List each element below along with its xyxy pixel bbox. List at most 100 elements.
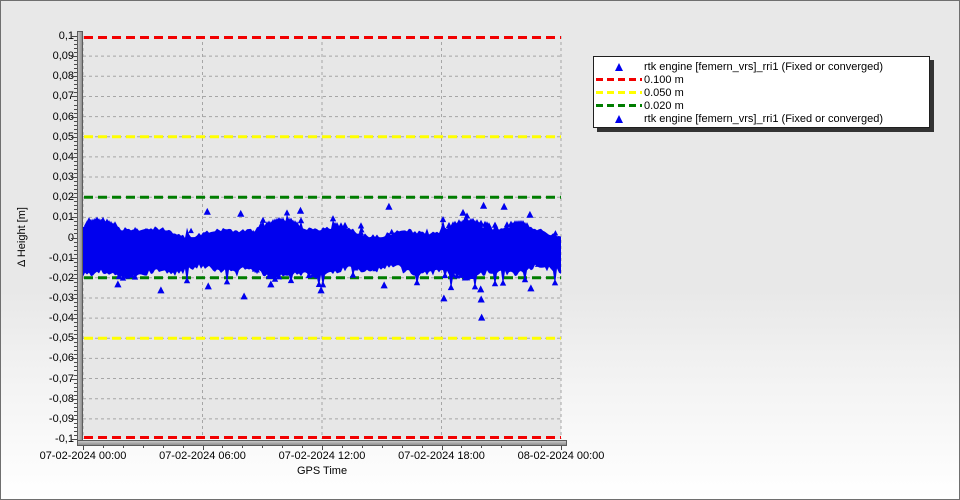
y-minor-tick — [74, 262, 77, 263]
y-minor-tick — [74, 310, 77, 311]
y-minor-tick — [74, 213, 77, 214]
y-major-tick — [71, 157, 77, 158]
y-minor-tick — [74, 60, 77, 61]
y-minor-tick — [74, 294, 77, 295]
y-major-tick — [71, 117, 77, 118]
x-minor-tick — [422, 446, 423, 448]
x-major-tick — [561, 446, 562, 450]
legend: rtk engine [femern_vrs]_rri1 (Fixed or c… — [593, 56, 930, 128]
y-minor-tick — [74, 173, 77, 174]
chart-window: Δ Height [m] 0,10,090,080,070,060,050,04… — [0, 0, 960, 500]
y-major-tick — [71, 137, 77, 138]
y-tick-label: 0,04 — [1, 151, 74, 163]
legend-item: 0.100 m — [594, 73, 929, 86]
dash-line-icon — [596, 104, 642, 107]
x-minor-tick — [362, 446, 363, 448]
x-minor-tick — [382, 446, 383, 448]
legend-item: 0.050 m — [594, 86, 929, 99]
y-tick-label: -0,06 — [1, 352, 74, 364]
y-minor-tick — [74, 435, 77, 436]
x-major-tick — [203, 446, 204, 450]
y-minor-tick — [74, 395, 77, 396]
legend-marker-cell — [594, 78, 644, 81]
x-minor-tick — [242, 446, 243, 448]
y-minor-tick — [74, 161, 77, 162]
y-minor-tick — [74, 113, 77, 114]
y-minor-tick — [74, 40, 77, 41]
x-major-tick — [442, 446, 443, 450]
scatter-plot — [83, 36, 561, 439]
y-minor-tick — [74, 326, 77, 327]
x-axis-title: GPS Time — [83, 465, 561, 477]
dash-line-icon — [596, 78, 642, 81]
y-minor-tick — [74, 52, 77, 53]
y-minor-tick — [74, 242, 77, 243]
x-major-tick — [83, 446, 84, 450]
y-major-tick — [71, 96, 77, 97]
y-minor-tick — [74, 407, 77, 408]
x-minor-tick — [521, 446, 522, 448]
y-minor-tick — [74, 366, 77, 367]
y-minor-tick — [74, 250, 77, 251]
y-minor-tick — [74, 391, 77, 392]
y-minor-tick — [74, 165, 77, 166]
y-minor-tick — [74, 383, 77, 384]
y-minor-tick — [74, 48, 77, 49]
y-minor-tick — [74, 121, 77, 122]
y-minor-tick — [74, 125, 77, 126]
y-minor-tick — [74, 64, 77, 65]
x-minor-tick — [262, 446, 263, 448]
x-tick-label: 07-02-2024 00:00 — [40, 450, 127, 462]
y-minor-tick — [74, 133, 77, 134]
y-major-tick — [71, 76, 77, 77]
y-major-tick — [71, 36, 77, 37]
y-minor-tick — [74, 141, 77, 142]
y-tick-label: 0,09 — [1, 50, 74, 62]
y-minor-tick — [74, 109, 77, 110]
legend-item: rtk engine [femern_vrs]_rri1 (Fixed or c… — [594, 112, 929, 125]
y-minor-tick — [74, 68, 77, 69]
y-minor-tick — [74, 286, 77, 287]
x-major-tick — [322, 446, 323, 450]
y-minor-tick — [74, 270, 77, 271]
y-minor-tick — [74, 375, 77, 376]
y-minor-tick — [74, 362, 77, 363]
y-minor-tick — [74, 274, 77, 275]
y-axis-line — [77, 31, 83, 445]
y-tick-label: -0,09 — [1, 413, 74, 425]
legend-item-label: 0.050 m — [644, 87, 684, 99]
y-minor-tick — [74, 225, 77, 226]
y-minor-tick — [74, 415, 77, 416]
y-tick-label: -0,01 — [1, 252, 74, 264]
x-minor-tick — [541, 446, 542, 448]
legend-item-label: rtk engine [femern_vrs]_rri1 (Fixed or c… — [644, 61, 883, 73]
y-tick-label: -0,05 — [1, 332, 74, 344]
x-minor-tick — [481, 446, 482, 448]
y-minor-tick — [74, 229, 77, 230]
x-minor-tick — [183, 446, 184, 448]
x-minor-tick — [103, 446, 104, 448]
y-minor-tick — [74, 411, 77, 412]
y-tick-label: -0,02 — [1, 272, 74, 284]
x-minor-tick — [143, 446, 144, 448]
y-minor-tick — [74, 153, 77, 154]
y-minor-tick — [74, 342, 77, 343]
y-minor-tick — [74, 350, 77, 351]
y-major-tick — [71, 278, 77, 279]
y-minor-tick — [74, 205, 77, 206]
y-minor-tick — [74, 181, 77, 182]
legend-marker-cell — [594, 104, 644, 107]
x-minor-tick — [302, 446, 303, 448]
y-tick-label: 0,05 — [1, 131, 74, 143]
y-major-tick — [71, 439, 77, 440]
y-minor-tick — [74, 330, 77, 331]
y-tick-label: -0,08 — [1, 393, 74, 405]
x-minor-tick — [461, 446, 462, 448]
y-minor-tick — [74, 322, 77, 323]
x-tick-label: 08-02-2024 00:00 — [518, 450, 605, 462]
y-major-tick — [71, 197, 77, 198]
y-minor-tick — [74, 92, 77, 93]
y-minor-tick — [74, 427, 77, 428]
y-minor-tick — [74, 302, 77, 303]
x-minor-tick — [501, 446, 502, 448]
